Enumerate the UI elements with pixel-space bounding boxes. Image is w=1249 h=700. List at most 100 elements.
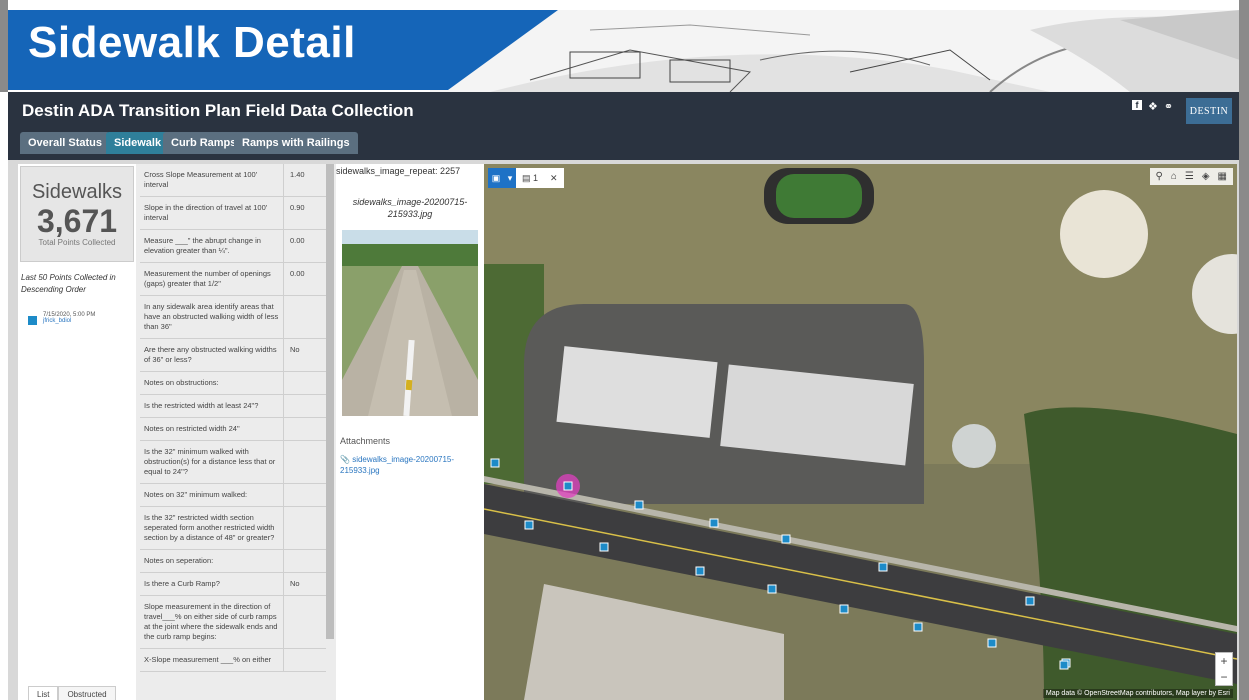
tab-overall-status[interactable]: Overall Status xyxy=(20,132,110,154)
frame-left xyxy=(0,0,8,92)
tab-list[interactable]: List xyxy=(28,686,59,700)
table-row-label: Cross Slope Measurement at 100' interval xyxy=(140,164,284,196)
table-row: Cross Slope Measurement at 100' interval… xyxy=(140,164,326,197)
tab-obstructed[interactable]: Obstructed xyxy=(58,686,116,700)
table-row-label: Measure ___" the abrupt change in elevat… xyxy=(140,230,284,262)
table-row-value xyxy=(284,484,326,506)
table-row: Is the 32" restricted width section sepe… xyxy=(140,507,326,550)
banner-title: Sidewalk Detail xyxy=(28,18,356,67)
list-icon[interactable]: ☰ xyxy=(1185,171,1194,182)
table-row-value xyxy=(284,441,326,483)
table-row: Measure ___" the abrupt change in elevat… xyxy=(140,230,326,263)
app-title: Destin ADA Transition Plan Field Data Co… xyxy=(22,101,414,120)
attribute-table-panel: Cross Slope Measurement at 100' interval… xyxy=(136,164,336,700)
table-row-value xyxy=(284,507,326,549)
layers-icon[interactable]: ◈ xyxy=(1202,171,1210,182)
table-row: Notes on 32" minimum walked: xyxy=(140,484,326,507)
summary-panel: Sidewalks 3,671 Total Points Collected L… xyxy=(18,164,136,700)
table-row-label: Measurement the number of openings (gaps… xyxy=(140,263,284,295)
search-icon[interactable]: ⚲ xyxy=(1156,171,1163,182)
chevron-down-icon[interactable]: ▾ xyxy=(504,168,516,188)
table-row-value: 0.00 xyxy=(290,269,305,278)
table-row-value xyxy=(284,649,326,671)
selection-icon: ▤ xyxy=(522,173,531,183)
table-row-value: 0.00 xyxy=(290,236,305,245)
table-row-value: No xyxy=(290,345,300,354)
app-header: Destin ADA Transition Plan Field Data Co… xyxy=(8,92,1239,160)
map-tools: ⚲ ⌂ ☰ ◈ ▦ xyxy=(1149,168,1233,185)
clear-selection-icon[interactable]: ✕ xyxy=(544,168,564,188)
aerial-map[interactable] xyxy=(484,164,1237,700)
table-row: Slope measurement in the direction of tr… xyxy=(140,596,326,649)
zoom-control: + − xyxy=(1215,652,1233,686)
table-row-value xyxy=(284,596,326,648)
basemap-icon[interactable]: ▦ xyxy=(1218,171,1227,182)
table-row-label: Is the 32" restricted width section sepe… xyxy=(140,507,284,549)
table-row-value xyxy=(284,372,326,394)
table-row-label: Is the 32" minimum walked with obstructi… xyxy=(140,441,284,483)
home-icon[interactable]: ⌂ xyxy=(1171,171,1177,182)
attribute-table: Cross Slope Measurement at 100' interval… xyxy=(140,164,326,672)
tab-curb-ramps[interactable]: Curb Ramps xyxy=(163,132,245,154)
table-row-label: Is there a Curb Ramp? xyxy=(140,573,284,595)
table-row: Measurement the number of openings (gaps… xyxy=(140,263,326,296)
table-row: Notes on obstructions: xyxy=(140,372,326,395)
attachment-link-text[interactable]: sidewalks_image-20200715-215933.jpg xyxy=(340,455,454,475)
table-row: In any sidewalk area identify areas that… xyxy=(140,296,326,339)
count-subtitle: Total Points Collected xyxy=(38,238,116,247)
list-header: Last 50 Points Collected in Descending O… xyxy=(21,273,116,294)
frame-right xyxy=(1239,0,1249,700)
table-row: Is there a Curb Ramp? No xyxy=(140,573,326,596)
table-row: X-Slope measurement ___% on either xyxy=(140,649,326,672)
map-attribution: Map data © OpenStreetMap contributors, M… xyxy=(1042,689,1233,698)
table-row: Is the 32" minimum walked with obstructi… xyxy=(140,441,326,484)
image-panel: sidewalks_image_repeat: 2257 sidewalks_i… xyxy=(336,164,484,700)
table-row: Notes on restricted width 24" xyxy=(140,418,326,441)
image-repeat-label: sidewalks_image_repeat: 2257 xyxy=(336,166,461,176)
tab-sidewalk[interactable]: Sidewalk xyxy=(106,132,170,154)
table-row-label: Notes on restricted width 24" xyxy=(140,418,284,440)
list-item-user[interactable]: jfrick_bdiol xyxy=(43,318,95,324)
table-row: Notes on seperation: xyxy=(140,550,326,573)
paperclip-icon: 📎 xyxy=(340,455,350,464)
attachments-label: Attachments xyxy=(340,436,391,446)
count-title: Sidewalks xyxy=(31,181,123,203)
table-row-label: Is the restricted width at least 24"? xyxy=(140,395,284,417)
zoom-in-button[interactable]: + xyxy=(1216,653,1232,669)
sidewalk-photo[interactable] xyxy=(342,230,478,416)
destin-logo[interactable]: DESTIN xyxy=(1186,98,1232,124)
banner: Sidewalk Detail xyxy=(0,0,1249,92)
image-name: sidewalks_image-20200715-215933.jpg xyxy=(352,197,468,219)
table-row-value xyxy=(284,418,326,440)
social-links: f ❖ ⚭ xyxy=(1132,100,1173,113)
twitter-icon[interactable]: ❖ xyxy=(1148,100,1158,113)
link-icon[interactable]: ⚭ xyxy=(1164,100,1173,113)
table-row-value xyxy=(284,550,326,572)
facebook-icon[interactable]: f xyxy=(1132,100,1142,110)
zoom-out-button[interactable]: − xyxy=(1216,669,1232,685)
table-scrollbar[interactable] xyxy=(326,164,334,639)
table-row-value xyxy=(284,395,326,417)
table-row-value: No xyxy=(290,579,300,588)
tab-ramps-with-railings[interactable]: Ramps with Railings xyxy=(234,132,358,154)
select-tool-icon[interactable]: ▣ xyxy=(488,168,504,188)
dashboard-content: Sidewalks 3,671 Total Points Collected L… xyxy=(8,160,1239,700)
table-row-label: Slope measurement in the direction of tr… xyxy=(140,596,284,648)
selection-count-value: 1 xyxy=(533,173,539,183)
point-marker-icon xyxy=(28,316,37,325)
table-row-label: Notes on seperation: xyxy=(140,550,284,572)
table-row-label: Slope in the direction of travel at 100'… xyxy=(140,197,284,229)
table-row-value: 0.90 xyxy=(290,203,305,212)
map-selection-toolbar: ▣ ▾ ▤ 1 ✕ xyxy=(488,168,564,188)
attachment-link[interactable]: 📎 sidewalks_image-20200715-215933.jpg xyxy=(340,454,480,476)
list-item[interactable]: 7/15/2020, 5:00 PM jfrick_bdiol xyxy=(28,312,95,325)
table-row-value xyxy=(284,296,326,338)
selection-count: ▤ 1 xyxy=(516,168,544,188)
table-row: Slope in the direction of travel at 100'… xyxy=(140,197,326,230)
count-card: Sidewalks 3,671 Total Points Collected xyxy=(20,166,134,262)
list-tabs: List Obstructed xyxy=(28,686,116,700)
table-row: Are there any obstructed walking widths … xyxy=(140,339,326,372)
table-row-label: Notes on 32" minimum walked: xyxy=(140,484,284,506)
table-row-label: In any sidewalk area identify areas that… xyxy=(140,296,284,338)
map-panel[interactable]: ▣ ▾ ▤ 1 ✕ ⚲ ⌂ ☰ ◈ ▦ + − Map data © OpenS… xyxy=(484,164,1237,700)
